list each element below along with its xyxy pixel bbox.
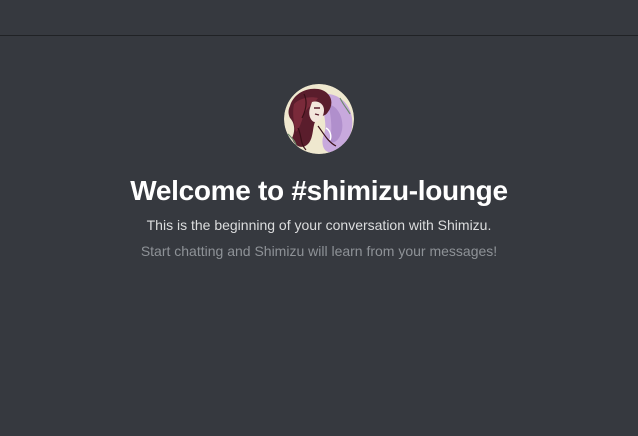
channel-header-bar <box>0 0 638 36</box>
bot-avatar[interactable] <box>284 84 354 154</box>
welcome-subtitle: This is the beginning of your conversati… <box>146 217 492 233</box>
welcome-title: Welcome to #shimizu-lounge <box>130 175 508 206</box>
welcome-hint: Start chatting and Shimizu will learn fr… <box>140 243 498 259</box>
channel-welcome: Welcome to #shimizu-lounge This is the b… <box>0 84 638 260</box>
chat-view: Welcome to #shimizu-lounge This is the b… <box>0 0 638 436</box>
